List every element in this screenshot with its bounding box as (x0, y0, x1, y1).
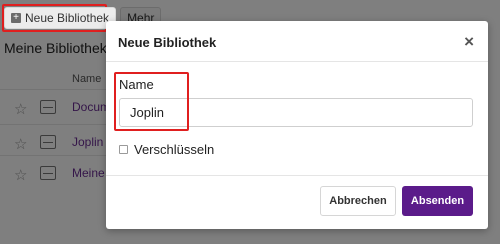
submit-button[interactable]: Absenden (402, 186, 473, 216)
cancel-button[interactable]: Abbrechen (320, 186, 396, 216)
new-library-button-active[interactable]: + Neue Bibliothek (4, 7, 117, 29)
new-library-dialog: Neue Bibliothek × Name Verschlüsseln Abb… (106, 21, 488, 229)
encrypt-label: Verschlüsseln (134, 142, 215, 157)
new-library-label: Neue Bibliothek (25, 11, 110, 25)
toolbar-highlighted: + Neue Bibliothek (4, 7, 117, 29)
dialog-divider (106, 175, 488, 176)
dialog-header: Neue Bibliothek × (106, 21, 488, 62)
plus-icon: + (11, 13, 21, 23)
dialog-title: Neue Bibliothek (118, 35, 217, 50)
encrypt-checkbox[interactable] (119, 145, 128, 154)
close-icon[interactable]: × (464, 32, 474, 52)
highlight-name-field (114, 72, 189, 131)
encrypt-option[interactable]: Verschlüsseln (119, 142, 214, 157)
